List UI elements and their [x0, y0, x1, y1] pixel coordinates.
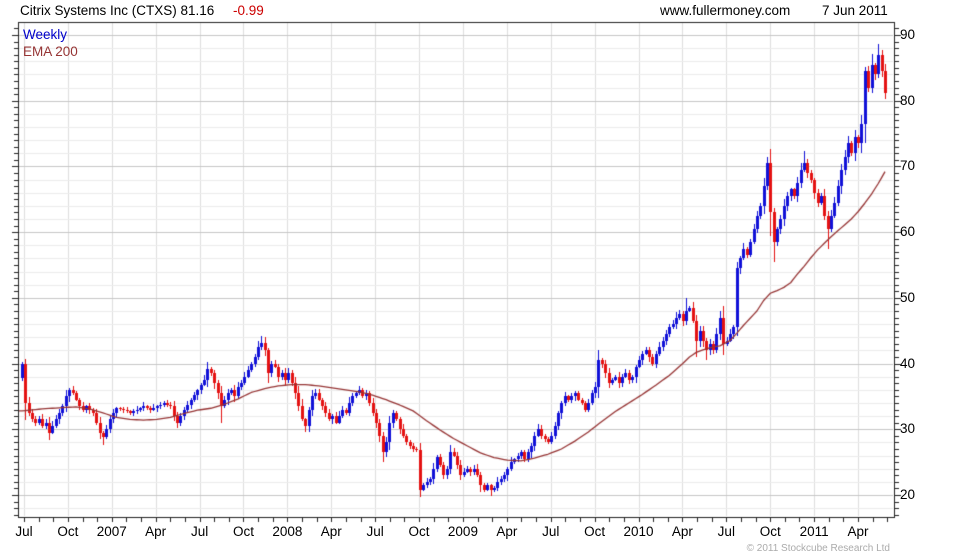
- x-axis-label: Apr: [145, 524, 167, 539]
- legend-timeframe-label: Weekly: [23, 27, 68, 42]
- x-axis-label: 2008: [272, 524, 303, 539]
- x-axis-label: Jul: [717, 524, 735, 539]
- x-axis-label: 2007: [96, 524, 127, 539]
- date-label: 7 Jun 2011: [822, 3, 888, 18]
- chart-title: Citrix Systems Inc (CTXS) 81.16: [20, 3, 215, 18]
- y-axis-label: 70: [900, 158, 916, 174]
- x-axis-label: Oct: [584, 524, 606, 539]
- legend: Weekly EMA 200: [23, 26, 78, 60]
- y-axis-label: 80: [900, 92, 916, 108]
- x-axis-label: Oct: [759, 524, 781, 539]
- x-axis-label: 2010: [623, 524, 654, 539]
- x-axis-label: 2011: [799, 524, 829, 539]
- y-axis-label: 20: [900, 487, 916, 502]
- x-axis-label: Oct: [57, 524, 79, 539]
- price-change-label: -0.99: [233, 3, 264, 18]
- x-axis-label: Apr: [671, 524, 693, 539]
- y-axis-label: 30: [900, 421, 916, 437]
- x-axis-label: Oct: [232, 524, 254, 539]
- x-axis-label: Jul: [15, 524, 33, 539]
- x-axis-label: Apr: [320, 524, 342, 539]
- stock-chart-window: Citrix Systems Inc (CTXS) 81.16 -0.99 ww…: [0, 0, 980, 560]
- x-axis-label: Apr: [496, 524, 518, 539]
- price-chart-canvas: [0, 0, 980, 560]
- x-axis-label: 2009: [447, 524, 478, 539]
- x-axis-label: Jul: [542, 524, 560, 539]
- x-axis-label: Oct: [408, 524, 430, 539]
- website-label: www.fullermoney.com: [660, 3, 791, 18]
- x-axis-label: Apr: [847, 524, 869, 539]
- x-axis-label: Jul: [190, 524, 209, 539]
- y-axis-label: 50: [900, 289, 916, 305]
- y-axis-label: 60: [900, 224, 916, 240]
- legend-ema-label: EMA 200: [23, 44, 78, 59]
- x-axis-label: Jul: [366, 524, 384, 539]
- copyright-label: © 2011 Stockcube Research Ltd: [746, 543, 890, 554]
- header-bar: Citrix Systems Inc (CTXS) 81.16 -0.99 ww…: [0, 2, 980, 20]
- y-axis-label: 90: [900, 27, 916, 42]
- y-axis-label: 40: [900, 355, 916, 371]
